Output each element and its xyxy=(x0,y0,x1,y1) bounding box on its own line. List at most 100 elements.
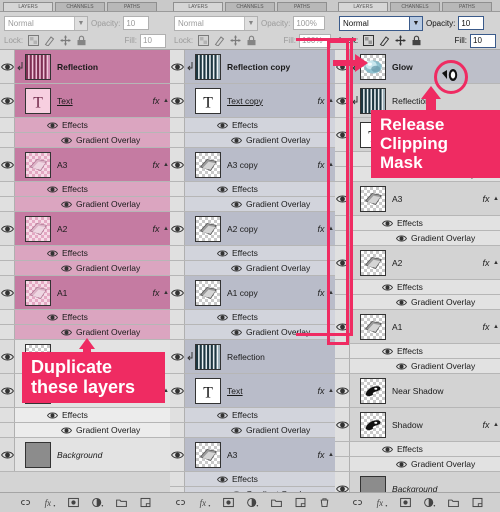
layer-visibility-toggle[interactable] xyxy=(0,276,15,309)
effect-row[interactable]: Gradient Overlay xyxy=(335,295,500,310)
effect-row[interactable]: Gradient Overlay xyxy=(335,359,500,374)
expand-effects-toggle[interactable]: ▲ xyxy=(327,388,335,394)
layer-name[interactable]: Text copy xyxy=(227,96,315,106)
blend-mode-select[interactable]: Normal ▼ xyxy=(339,15,423,31)
layer-row[interactable]: Reflection copy xyxy=(170,50,335,84)
new-group-icon[interactable] xyxy=(115,496,128,509)
effects-eye-icon[interactable] xyxy=(217,249,228,258)
layer-thumbnail[interactable] xyxy=(25,151,51,178)
layer-fx-icon[interactable]: fx xyxy=(315,386,327,396)
layer-row[interactable]: A1 fx ▲ xyxy=(0,276,170,310)
lock-image-pixels-icon[interactable] xyxy=(214,35,225,46)
layer-fx-icon[interactable]: fx xyxy=(480,420,492,430)
effects-group-row[interactable]: Effects xyxy=(335,216,500,231)
effects-eye-icon[interactable] xyxy=(47,185,58,194)
new-layer-icon[interactable] xyxy=(139,496,152,509)
layer-row[interactable]: A2 copy fx ▲ xyxy=(170,212,335,246)
effects-group-row[interactable]: Effects xyxy=(0,182,170,197)
layer-thumbnail[interactable] xyxy=(195,343,221,370)
layer-name[interactable]: A1 xyxy=(392,322,480,332)
effects-group-row[interactable]: Effects xyxy=(0,246,170,261)
effects-group-row[interactable]: Effects xyxy=(0,118,170,133)
layer-thumbnail[interactable] xyxy=(360,313,386,340)
effects-eye-icon[interactable] xyxy=(217,411,228,420)
layer-name[interactable]: A3 xyxy=(227,450,315,460)
layer-name[interactable]: A3 xyxy=(57,160,150,170)
new-adjustment-layer-icon[interactable] xyxy=(246,496,259,509)
layer-thumbnail[interactable] xyxy=(25,215,51,242)
lock-all-icon[interactable] xyxy=(411,35,422,46)
effect-eye-icon[interactable] xyxy=(396,234,407,243)
expand-effects-toggle[interactable]: ▲ xyxy=(162,162,170,168)
tab-channels[interactable]: CHANNELS xyxy=(390,2,440,11)
delete-layer-icon[interactable] xyxy=(318,496,331,509)
effect-eye-icon[interactable] xyxy=(231,328,242,337)
layer-name[interactable]: Text xyxy=(57,96,150,106)
new-adjustment-layer-icon[interactable] xyxy=(423,496,436,509)
lock-position-icon[interactable] xyxy=(230,35,241,46)
lock-all-icon[interactable] xyxy=(246,35,257,46)
effects-eye-icon[interactable] xyxy=(382,347,393,356)
tab-layers[interactable]: LAYERS xyxy=(338,2,388,11)
chevron-down-icon[interactable]: ▼ xyxy=(74,16,87,30)
tab-paths[interactable]: PATHS xyxy=(107,2,157,11)
effect-row[interactable]: Gradient Overlay xyxy=(170,261,335,276)
layer-thumbnail[interactable]: T xyxy=(25,87,51,114)
layer-thumbnail[interactable] xyxy=(25,279,51,306)
effect-eye-icon[interactable] xyxy=(231,264,242,273)
layer-thumbnail[interactable] xyxy=(195,215,221,242)
effect-row[interactable]: Gradient Overlay xyxy=(0,261,170,276)
lock-transparent-pixels-icon[interactable] xyxy=(198,35,210,46)
lock-transparent-pixels-icon[interactable] xyxy=(363,35,375,46)
chevron-down-icon[interactable]: ▼ xyxy=(244,16,257,30)
expand-effects-toggle[interactable]: ▲ xyxy=(492,422,500,428)
effect-row[interactable]: Gradient Overlay xyxy=(170,197,335,212)
effect-row[interactable]: Gradient Overlay xyxy=(0,133,170,148)
lock-image-pixels-icon[interactable] xyxy=(44,35,55,46)
expand-effects-toggle[interactable]: ▲ xyxy=(492,324,500,330)
layer-row[interactable]: A2 fx ▲ xyxy=(0,212,170,246)
layer-thumbnail[interactable] xyxy=(360,377,386,404)
add-layer-mask-icon[interactable] xyxy=(399,496,412,509)
new-layer-icon[interactable] xyxy=(294,496,307,509)
layer-thumbnail[interactable] xyxy=(195,53,221,80)
layer-row[interactable]: A1 copy fx ▲ xyxy=(170,276,335,310)
layer-visibility-toggle[interactable] xyxy=(0,212,15,245)
layer-row[interactable]: A3 fx ▲ xyxy=(335,182,500,216)
effect-eye-icon[interactable] xyxy=(396,362,407,371)
effects-eye-icon[interactable] xyxy=(217,475,228,484)
layer-row[interactable]: T Textfx▲ xyxy=(170,374,335,408)
layer-visibility-toggle[interactable] xyxy=(0,50,15,83)
layer-visibility-toggle[interactable] xyxy=(0,340,15,373)
layer-thumbnail[interactable] xyxy=(195,441,221,468)
layer-name[interactable]: Reflection xyxy=(227,352,315,362)
lock-position-icon[interactable] xyxy=(60,35,71,46)
layer-row[interactable]: Near Shadow xyxy=(335,374,500,408)
new-adjustment-layer-icon[interactable] xyxy=(91,496,104,509)
layer-visibility-toggle[interactable] xyxy=(170,50,185,83)
effect-eye-icon[interactable] xyxy=(396,298,407,307)
effects-eye-icon[interactable] xyxy=(217,313,228,322)
blend-mode-select[interactable]: Normal ▼ xyxy=(4,15,88,31)
tab-channels[interactable]: CHANNELS xyxy=(55,2,105,11)
layer-list-mid[interactable]: Reflection copy T Text copy fx ▲ Effects Gradi… xyxy=(170,50,335,492)
blend-mode-select[interactable]: Normal ▼ xyxy=(174,15,258,31)
effects-group-row[interactable]: Effects xyxy=(170,408,335,423)
layer-fx-icon[interactable]: fx xyxy=(315,224,327,234)
effects-eye-icon[interactable] xyxy=(217,185,228,194)
effects-group-row[interactable]: Effects xyxy=(335,442,500,457)
layer-row[interactable]: Shadowfx▲ xyxy=(335,408,500,442)
layer-thumbnail[interactable] xyxy=(25,53,51,80)
layer-row[interactable]: T Textfx▲ xyxy=(0,84,170,118)
layer-fx-icon[interactable]: fx xyxy=(315,450,327,460)
effect-eye-icon[interactable] xyxy=(396,460,407,469)
layer-visibility-toggle[interactable] xyxy=(335,374,350,407)
layer-name[interactable]: Reflection copy xyxy=(227,62,315,72)
effect-eye-icon[interactable] xyxy=(61,426,72,435)
effect-eye-icon[interactable] xyxy=(231,426,242,435)
layer-row[interactable]: A3 fx ▲ xyxy=(170,438,335,472)
layer-row[interactable]: Reflection xyxy=(0,50,170,84)
effects-group-row[interactable]: Effects xyxy=(170,472,335,487)
layer-fx-icon[interactable]: fx xyxy=(150,224,162,234)
tab-layers[interactable]: LAYERS xyxy=(173,2,223,11)
